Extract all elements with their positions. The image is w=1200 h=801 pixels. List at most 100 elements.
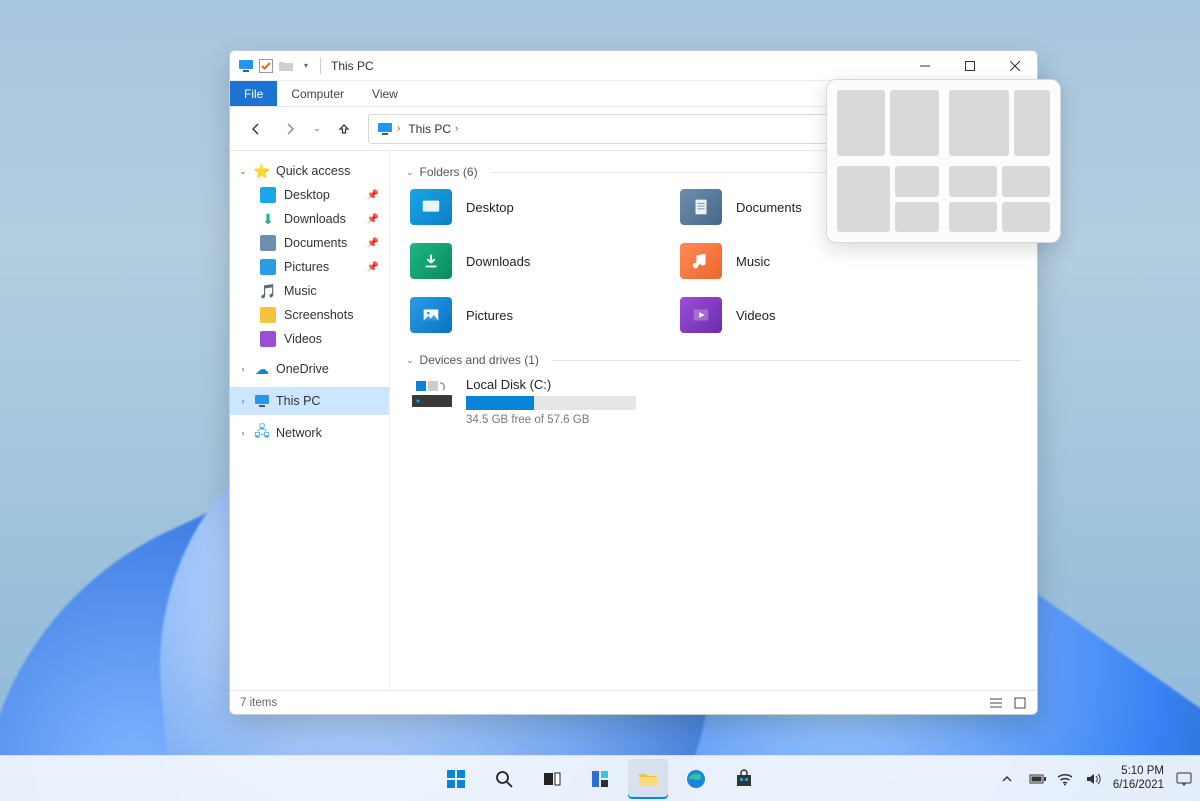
back-button[interactable] (242, 115, 270, 143)
drive-usage-bar (466, 396, 636, 410)
close-button[interactable] (992, 51, 1037, 81)
desktop-icon (260, 187, 276, 203)
start-button[interactable] (436, 759, 476, 799)
folder-desktop[interactable]: Desktop (410, 189, 670, 225)
statusbar: 7 items (230, 690, 1037, 714)
forward-button[interactable] (276, 115, 304, 143)
download-icon: ⬇ (260, 211, 276, 227)
edge-taskbar[interactable] (676, 759, 716, 799)
view-details-icon[interactable] (989, 696, 1003, 710)
folder-label: Documents (736, 200, 802, 215)
ribbon-tab-computer[interactable]: Computer (277, 81, 358, 106)
folder-music[interactable]: Music (680, 243, 940, 279)
desktop-folder-icon (410, 189, 452, 225)
chevron-right-icon[interactable]: › (238, 428, 248, 438)
pin-icon: 📌 (367, 190, 379, 201)
chevron-right-icon[interactable]: › (397, 123, 400, 134)
downloads-folder-icon (410, 243, 452, 279)
folder-label: Music (736, 254, 770, 269)
drive-icon (410, 377, 454, 411)
wifi-icon[interactable] (1057, 772, 1073, 786)
titlebar[interactable]: ▾ This PC (230, 51, 1037, 81)
section-drives-header[interactable]: ⌄ Devices and drives (1) (406, 353, 1021, 367)
widgets-button[interactable] (580, 759, 620, 799)
sidebar-item-videos[interactable]: Videos (230, 327, 389, 351)
sidebar-item-label: Documents (284, 236, 347, 250)
onedrive-icon: ☁ (254, 361, 270, 377)
music-icon: 🎵 (260, 283, 276, 299)
folder-label: Videos (736, 308, 776, 323)
folder-label: Pictures (466, 308, 513, 323)
volume-icon[interactable] (1085, 772, 1101, 786)
sidebar-network[interactable]: › 🖧 Network (230, 421, 389, 445)
breadcrumb-thispc[interactable]: This PC (408, 122, 451, 136)
pin-icon: 📌 (367, 214, 379, 225)
pictures-folder-icon (410, 297, 452, 333)
sidebar-item-documents[interactable]: Documents 📌 (230, 231, 389, 255)
sidebar-item-label: Downloads (284, 212, 346, 226)
checkbox-icon (258, 58, 274, 74)
chevron-down-icon[interactable]: ⌄ (406, 355, 414, 366)
picture-icon (260, 259, 276, 275)
recent-dropdown[interactable]: ⌄ (310, 115, 324, 143)
desktop: ▾ This PC File Computer View ⌄ › This PC (0, 0, 1200, 801)
file-explorer-taskbar[interactable] (628, 759, 668, 799)
sidebar-item-label: Quick access (276, 164, 350, 178)
drive-local-disk-c[interactable]: Local Disk (C:) 34.5 GB free of 57.6 GB (410, 377, 1021, 426)
clock-time: 5:10 PM (1113, 765, 1164, 778)
folder-icon (260, 307, 276, 323)
store-taskbar[interactable] (724, 759, 764, 799)
system-tray: 5:10 PM 6/16/2021 (1001, 756, 1192, 801)
chevron-right-icon[interactable]: › (238, 364, 248, 374)
snap-layout-2col[interactable] (837, 90, 939, 156)
folder-label: Downloads (466, 254, 530, 269)
chevron-right-icon[interactable]: › (455, 123, 458, 134)
minimize-button[interactable] (902, 51, 947, 81)
snap-layout-2col-wide[interactable] (949, 90, 1051, 156)
taskbar-clock[interactable]: 5:10 PM 6/16/2021 (1113, 765, 1164, 791)
taskbar: 5:10 PM 6/16/2021 (0, 755, 1200, 801)
sidebar-onedrive[interactable]: › ☁ OneDrive (230, 357, 389, 381)
task-view-button[interactable] (532, 759, 572, 799)
pin-icon: 📌 (367, 238, 379, 249)
snap-layout-4grid[interactable] (949, 166, 1051, 232)
pc-monitor-icon (238, 58, 254, 74)
music-folder-icon (680, 243, 722, 279)
folder-small-icon (278, 58, 294, 74)
sidebar-item-pictures[interactable]: Pictures 📌 (230, 255, 389, 279)
search-button[interactable] (484, 759, 524, 799)
snap-layout-3col-left[interactable] (837, 166, 939, 232)
sidebar-item-screenshots[interactable]: Screenshots (230, 303, 389, 327)
sidebar-item-label: Desktop (284, 188, 330, 202)
chevron-down-icon[interactable]: ⌄ (238, 166, 248, 177)
battery-icon[interactable] (1029, 773, 1045, 785)
pin-icon: 📌 (367, 262, 379, 273)
notifications-icon[interactable] (1176, 772, 1192, 786)
dropdown-caret-icon[interactable]: ▾ (298, 58, 314, 74)
folder-downloads[interactable]: Downloads (410, 243, 670, 279)
sidebar-item-downloads[interactable]: ⬇ Downloads 📌 (230, 207, 389, 231)
ribbon-tab-file[interactable]: File (230, 81, 277, 106)
sidebar: ⌄ ⭐ Quick access Desktop 📌 ⬇ Downloads 📌 Do… (230, 151, 390, 690)
folder-pictures[interactable]: Pictures (410, 297, 670, 333)
view-large-icons-icon[interactable] (1013, 696, 1027, 710)
up-button[interactable] (330, 115, 358, 143)
folder-videos[interactable]: Videos (680, 297, 940, 333)
tray-overflow-icon[interactable] (1001, 773, 1017, 785)
star-icon: ⭐ (254, 163, 270, 179)
maximize-button[interactable] (947, 51, 992, 81)
section-label: Folders (6) (420, 165, 478, 179)
sidebar-item-label: Screenshots (284, 308, 353, 322)
snap-layouts-flyout (826, 79, 1061, 243)
sidebar-item-music[interactable]: 🎵Music (230, 279, 389, 303)
drive-label: Local Disk (C:) (466, 377, 636, 392)
sidebar-item-label: Pictures (284, 260, 329, 274)
window-title: This PC (331, 59, 374, 73)
sidebar-quick-access[interactable]: ⌄ ⭐ Quick access (230, 159, 389, 183)
ribbon-tab-view[interactable]: View (358, 81, 412, 106)
folder-label: Desktop (466, 200, 514, 215)
sidebar-thispc[interactable]: › This PC (230, 387, 389, 415)
sidebar-item-desktop[interactable]: Desktop 📌 (230, 183, 389, 207)
chevron-down-icon[interactable]: ⌄ (406, 167, 414, 178)
chevron-right-icon[interactable]: › (238, 396, 248, 406)
